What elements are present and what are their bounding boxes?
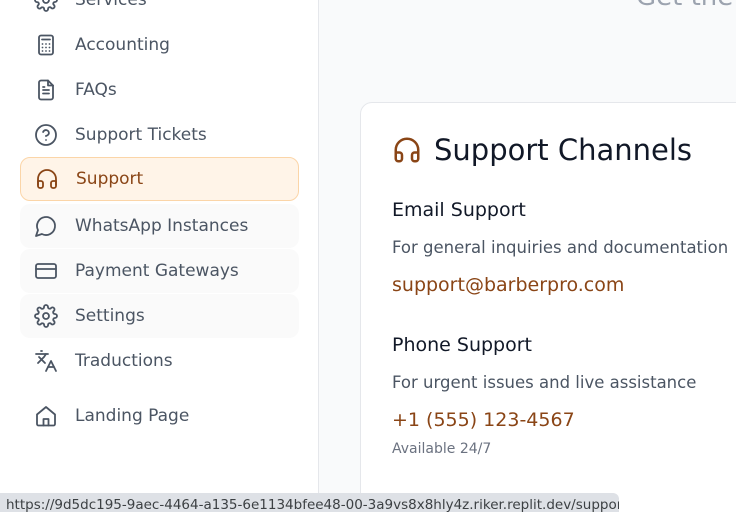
email-support-title: Email Support [392, 199, 526, 221]
headphones-icon [392, 135, 422, 165]
headphones-icon [35, 167, 59, 191]
card-title-text: Support Channels [434, 133, 693, 167]
sidebar-item-label: FAQs [75, 80, 117, 100]
sidebar-item-settings[interactable]: Settings [20, 294, 299, 338]
calculator-icon [34, 33, 58, 57]
sidebar-item-label: WhatsApp Instances [75, 216, 249, 236]
sidebar-item-label: Support [76, 169, 144, 189]
sidebar-item-traductions[interactable]: Traductions [20, 339, 299, 383]
sidebar-item-label: Payment Gateways [75, 261, 239, 281]
page-title: Get the [636, 0, 733, 12]
sidebar-item-label: Support Tickets [75, 125, 207, 145]
translate-icon [34, 349, 58, 373]
phone-support-availability: Available 24/7 [392, 441, 492, 457]
support-channels-card: Support Channels Email Support For gener… [360, 102, 736, 512]
card-title: Support Channels [392, 133, 692, 167]
sidebar-item-whatsapp-instances[interactable]: WhatsApp Instances [20, 204, 299, 248]
chat-bubble-icon [34, 214, 58, 238]
credit-card-icon [34, 259, 58, 283]
email-support-link[interactable]: support@barberpro.com [392, 274, 624, 296]
phone-support-title: Phone Support [392, 334, 533, 356]
document-icon [34, 78, 58, 102]
sidebar-item-label: Landing Page [75, 406, 190, 426]
status-bar-url: https://9d5dc195-9aec-4464-a135-6e1134bf… [0, 493, 619, 512]
email-support-description: For general inquiries and documentation [392, 238, 729, 257]
sidebar-item-landing-page[interactable]: Landing Page [20, 394, 299, 438]
sidebar-item-accounting[interactable]: Accounting [20, 23, 299, 67]
phone-support-link[interactable]: +1 (555) 123-4567 [392, 409, 575, 431]
sidebar-item-support-tickets[interactable]: Support Tickets [20, 113, 299, 157]
sidebar: Services Accounting FAQs Support Tickets… [0, 0, 319, 512]
phone-support-description: For urgent issues and live assistance [392, 373, 697, 392]
sidebar-item-faqs[interactable]: FAQs [20, 68, 299, 112]
sidebar-item-payment-gateways[interactable]: Payment Gateways [20, 249, 299, 293]
home-icon [34, 404, 58, 428]
sidebar-item-label: Settings [75, 306, 145, 326]
sidebar-item-services[interactable]: Services [20, 0, 299, 22]
help-circle-icon [34, 123, 58, 147]
gear-icon [34, 0, 58, 12]
sidebar-item-label: Services [75, 0, 147, 10]
sidebar-item-support[interactable]: Support [20, 157, 299, 201]
sidebar-item-label: Traductions [75, 351, 173, 371]
gear-icon [34, 304, 58, 328]
sidebar-item-label: Accounting [75, 35, 170, 55]
